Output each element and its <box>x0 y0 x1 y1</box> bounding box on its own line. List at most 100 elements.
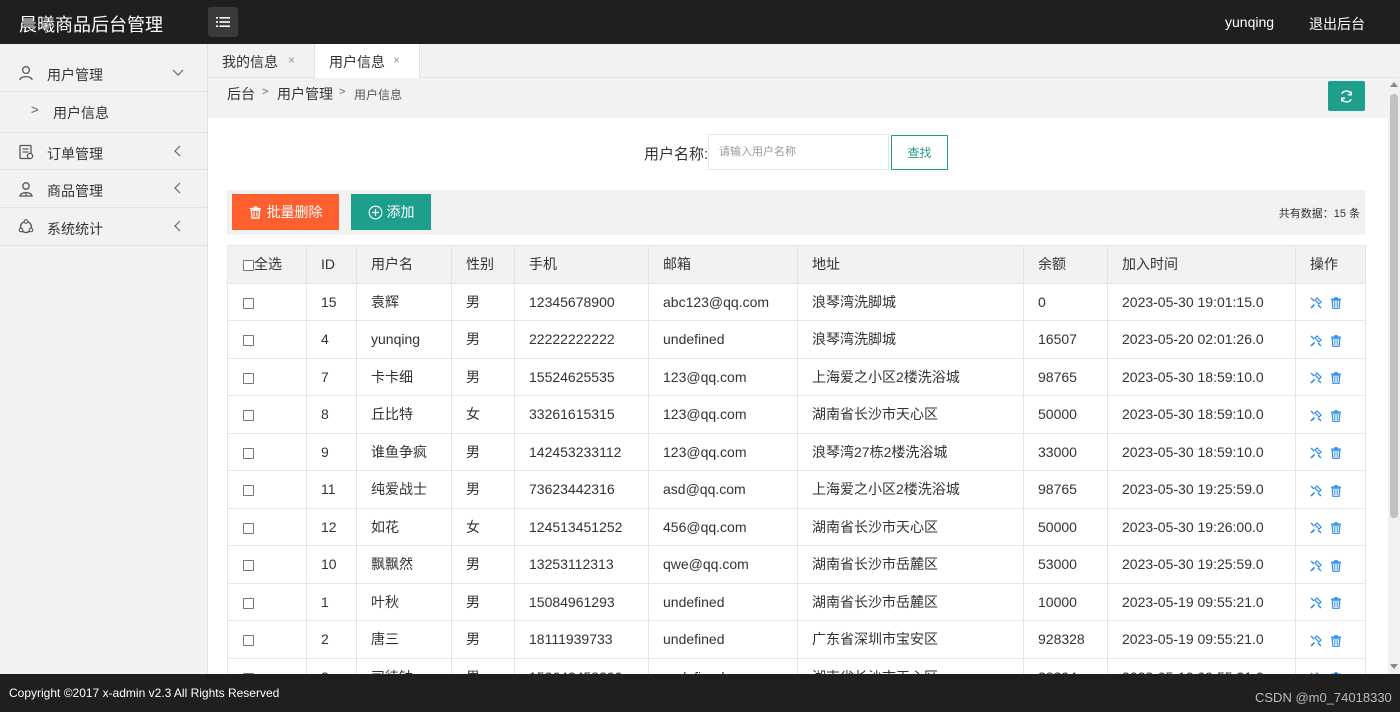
delete-icon[interactable] <box>1330 597 1342 609</box>
table-cell: 浪琴湾洗脚城 <box>797 282 1024 321</box>
row-select-cell[interactable] <box>227 357 307 396</box>
row-checkbox[interactable] <box>243 522 254 534</box>
app-title: 晨曦商品后台管理 <box>19 15 163 35</box>
edit-icon[interactable] <box>1310 597 1322 609</box>
table-cell: 卡卡细 <box>356 357 452 396</box>
delete-icon[interactable] <box>1330 372 1342 384</box>
close-icon[interactable]: × <box>393 53 400 67</box>
table-cell: 2023-05-30 18:59:10.0 <box>1107 357 1296 396</box>
table-cell: 谁鱼争疯 <box>356 432 452 471</box>
edit-icon[interactable] <box>1310 559 1322 572</box>
edit-icon[interactable] <box>1310 409 1322 422</box>
row-actions <box>1295 432 1366 471</box>
batch-delete-button[interactable]: 批量删除 <box>232 194 339 230</box>
row-select-cell[interactable] <box>227 282 307 321</box>
delete-icon[interactable] <box>1330 297 1342 309</box>
row-select-cell[interactable] <box>227 470 307 509</box>
table-row[interactable]: 8 丘比特女 33261615315 123@qq.com 湖南省长沙市天心区 50000… <box>227 395 1366 434</box>
table-row[interactable]: 12 如花女 124513451252 456@qq.com 湖南省长沙市天心区 5000… <box>227 507 1366 546</box>
breadcrumb: 后台 > 用户管理 > 用户信息 <box>208 78 1388 118</box>
row-checkbox[interactable] <box>243 297 254 309</box>
vertical-scrollbar[interactable] <box>1388 78 1400 674</box>
table-row[interactable]: 2 唐三男 18111939733 undefined 广东省深圳市宝安区 928328 2… <box>227 620 1366 659</box>
edit-icon[interactable] <box>1310 447 1322 459</box>
select-all-checkbox[interactable] <box>243 260 254 272</box>
stats-icon <box>18 219 34 234</box>
delete-icon[interactable] <box>1330 634 1342 647</box>
menu-toggle-button[interactable] <box>208 7 238 37</box>
scroll-down-arrow[interactable] <box>1390 664 1398 669</box>
sidebar-item-product-management[interactable]: 商品管理 <box>0 170 208 208</box>
row-select-cell[interactable] <box>227 545 307 584</box>
table-row[interactable]: 9 谁鱼争疯男 142453233112 123@qq.com 浪琴湾27栋2楼洗浴城 3… <box>227 432 1366 471</box>
table-row[interactable]: 11 纯爱战士男 73623442316 asd@qq.com 上海爱之小区2楼洗浴城 9… <box>227 470 1366 509</box>
edit-icon[interactable] <box>1310 484 1322 497</box>
sidebar-subitem-user-info[interactable]: > 用户信息 <box>0 92 208 130</box>
row-select-cell[interactable] <box>227 432 307 471</box>
delete-icon[interactable] <box>1330 522 1342 534</box>
row-select-cell[interactable] <box>227 395 307 434</box>
table-cell: 飘飘然 <box>356 545 452 584</box>
edit-icon[interactable] <box>1310 634 1322 647</box>
row-actions <box>1295 470 1366 509</box>
table-row[interactable]: 15 袁辉男 12345678900 abc123@qq.com 浪琴湾洗脚城 0 2023… <box>227 282 1366 321</box>
search-button[interactable]: 查找 <box>891 135 948 170</box>
row-checkbox[interactable] <box>243 597 254 609</box>
breadcrumb-item[interactable]: 用户管理 <box>277 84 333 104</box>
table-row[interactable]: 4 yunqing 男 22222222222 undefined 浪琴湾洗脚城 16507… <box>227 320 1366 359</box>
add-button[interactable]: 添加 <box>351 194 431 230</box>
row-checkbox[interactable] <box>243 560 254 572</box>
row-select-cell[interactable] <box>227 320 307 359</box>
delete-icon[interactable] <box>1330 484 1342 497</box>
table-cell: 13253112313 <box>514 545 649 584</box>
row-select-cell[interactable] <box>227 582 307 621</box>
table-cell: 15524625535 <box>514 357 649 396</box>
edit-icon[interactable] <box>1310 522 1322 534</box>
sidebar-item-system-stats[interactable]: 系统统计 <box>0 208 208 246</box>
table-cell: 袁辉 <box>356 282 452 321</box>
table-cell: 浪琴湾洗脚城 <box>797 320 1024 359</box>
plus-circle-icon <box>368 205 382 219</box>
column-header: 用户名 <box>356 245 452 284</box>
refresh-button[interactable] <box>1328 81 1365 111</box>
sidebar-item-order-management[interactable]: 订单管理 <box>0 132 208 170</box>
chevron-right-icon: > <box>31 102 39 117</box>
scroll-up-arrow[interactable] <box>1390 82 1398 87</box>
column-header: 地址 <box>797 245 1024 284</box>
row-checkbox[interactable] <box>243 410 254 422</box>
row-checkbox[interactable] <box>243 485 254 497</box>
edit-icon[interactable] <box>1310 297 1322 309</box>
edit-icon[interactable] <box>1310 372 1322 384</box>
row-select-cell[interactable] <box>227 507 307 546</box>
tab-user-info[interactable]: 用户信息 × <box>314 44 420 79</box>
footer: Copyright ©2017 x-admin v2.3 All Rights … <box>0 674 1400 712</box>
select-all-header[interactable]: 全选 <box>227 245 307 284</box>
breadcrumb-item[interactable]: 后台 <box>227 84 255 104</box>
row-checkbox[interactable] <box>243 335 254 347</box>
edit-icon[interactable] <box>1310 334 1322 347</box>
column-header: 操作 <box>1295 245 1366 284</box>
delete-icon[interactable] <box>1330 334 1342 347</box>
table-row[interactable]: 1 叶秋男 15084961293 undefined 湖南省长沙市岳麓区 10000 20… <box>227 582 1366 621</box>
scroll-thumb[interactable] <box>1390 94 1398 518</box>
table-cell: 2023-05-30 19:26:00.0 <box>1107 507 1296 546</box>
delete-icon[interactable] <box>1330 409 1342 422</box>
table-cell: 15084961293 <box>514 582 649 621</box>
close-icon[interactable]: × <box>288 53 295 67</box>
current-user-link[interactable]: yunqing <box>1225 14 1274 30</box>
delete-icon[interactable] <box>1330 447 1342 459</box>
row-checkbox[interactable] <box>243 447 254 459</box>
table-row[interactable]: 7 卡卡细男 15524625535 123@qq.com 上海爱之小区2楼洗浴城 987… <box>227 357 1366 396</box>
table-cell: 123@qq.com <box>648 395 798 434</box>
username-search-input[interactable] <box>708 134 889 170</box>
delete-icon[interactable] <box>1330 559 1342 572</box>
logout-link[interactable]: 退出后台 <box>1309 14 1365 34</box>
row-checkbox[interactable] <box>243 635 254 647</box>
sidebar-item-user-management[interactable]: 用户管理 <box>0 54 208 92</box>
row-select-cell[interactable] <box>227 620 307 659</box>
column-header: ID <box>306 245 357 284</box>
row-checkbox[interactable] <box>243 372 254 384</box>
table-cell: 2023-05-20 02:01:26.0 <box>1107 320 1296 359</box>
tab-my-info[interactable]: 我的信息 × <box>222 44 322 78</box>
table-row[interactable]: 10 飘飘然男 13253112313 qwe@qq.com 湖南省长沙市岳麓区 5300… <box>227 545 1366 584</box>
